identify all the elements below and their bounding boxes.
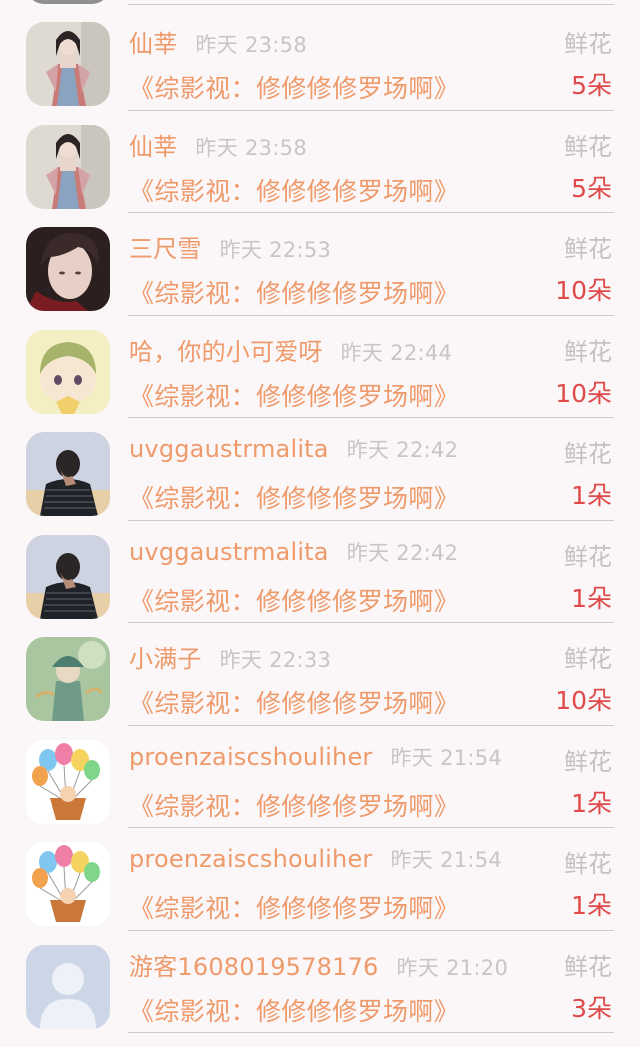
gift-record-row[interactable]: 三尺雪 昨天 22:53 鲜花 《综影视：修修修修罗场啊》 10朵 xyxy=(0,213,640,316)
book-title[interactable]: 《综影视：修修修修罗场啊》 xyxy=(129,479,459,515)
flower-count: 1朵 xyxy=(571,891,612,920)
gift-type-label: 鲜花 xyxy=(564,30,612,58)
book-title[interactable]: 《综影视：修修修修罗场啊》 xyxy=(129,274,459,310)
row-divider xyxy=(128,4,614,5)
flower-count: 1朵 xyxy=(571,481,612,510)
flower-count: 5朵 xyxy=(571,173,612,203)
username[interactable]: 仙莘 xyxy=(129,30,177,58)
flower-count: 10朵 xyxy=(555,276,612,305)
gift-time: 昨天 21:54 xyxy=(390,848,503,872)
gift-record-row[interactable]: 游客1608019578176 昨天 21:20 鲜花 《综影视：修修修修罗场啊》… xyxy=(0,931,640,1033)
gift-time: 昨天 23:58 xyxy=(195,33,307,57)
book-title[interactable]: 《综影视：修修修修罗场啊》 xyxy=(129,377,459,413)
avatar-balloons[interactable] xyxy=(26,842,110,926)
gift-record-list[interactable]: 仙莘 昨天 23:58 鲜花 《综影视：修修修修罗场啊》 5朵 仙莘 昨天 23:5… xyxy=(0,8,640,1033)
username[interactable]: 小满子 xyxy=(129,645,202,673)
book-title[interactable]: 《综影视：修修修修罗场啊》 xyxy=(129,172,459,208)
gift-time: 昨天 22:53 xyxy=(219,238,332,262)
avatar-default-user[interactable] xyxy=(26,945,110,1029)
gift-time: 昨天 22:42 xyxy=(346,438,459,462)
row-divider xyxy=(128,1032,614,1033)
book-title[interactable]: 《综影视：修修修修罗场啊》 xyxy=(129,787,459,823)
username[interactable]: 仙莘 xyxy=(129,133,177,161)
gift-type-label: 鲜花 xyxy=(564,850,612,878)
book-title[interactable]: 《综影视：修修修修罗场啊》 xyxy=(129,889,459,925)
username[interactable]: uvggaustrmalita xyxy=(129,538,329,566)
avatar-balloons[interactable] xyxy=(26,740,110,824)
gift-record-row[interactable]: proenzaiscshouliher 昨天 21:54 鲜花 《综影视：修修修修… xyxy=(0,726,640,828)
gift-record-row[interactable]: proenzaiscshouliher 昨天 21:54 鲜花 《综影视：修修修修… xyxy=(0,828,640,931)
flower-count: 3朵 xyxy=(571,993,612,1023)
flower-count: 1朵 xyxy=(571,583,612,613)
gift-record-row[interactable]: 小满子 昨天 22:33 鲜花 《综影视：修修修修罗场啊》 10朵 xyxy=(0,623,640,726)
gift-type-label: 鲜花 xyxy=(564,235,612,263)
gift-time: 昨天 22:33 xyxy=(219,648,332,672)
gift-time: 昨天 22:42 xyxy=(346,540,459,565)
gift-type-label: 鲜花 xyxy=(564,337,612,366)
avatar-boy-night[interactable] xyxy=(26,432,110,516)
gift-record-row[interactable]: uvggaustrmalita 昨天 22:42 鲜花 《综影视：修修修修罗场啊》… xyxy=(0,521,640,623)
book-title[interactable]: 《综影视：修修修修罗场啊》 xyxy=(129,69,459,105)
flower-count: 1朵 xyxy=(571,788,612,818)
book-title[interactable]: 《综影视：修修修修罗场啊》 xyxy=(129,992,459,1028)
avatar-hanfu-woman[interactable] xyxy=(26,22,110,106)
gift-type-label: 鲜花 xyxy=(564,952,612,981)
gift-time: 昨天 21:20 xyxy=(396,955,509,980)
username[interactable]: uvggaustrmalita xyxy=(129,435,329,463)
gift-record-row[interactable]: 仙莘 昨天 23:58 鲜花 《综影视：修修修修罗场啊》 5朵 xyxy=(0,8,640,111)
username[interactable]: 三尺雪 xyxy=(129,235,202,263)
username[interactable]: proenzaiscshouliher xyxy=(129,845,373,873)
gift-record-row[interactable]: 仙莘 昨天 23:58 鲜花 《综影视：修修修修罗场啊》 5朵 xyxy=(0,111,640,213)
gift-type-label: 鲜花 xyxy=(564,132,612,161)
gift-type-label: 鲜花 xyxy=(564,747,612,776)
gift-time: 昨天 22:44 xyxy=(340,340,453,365)
previous-row-fragment xyxy=(0,0,640,8)
gift-type-label: 鲜花 xyxy=(564,440,612,468)
avatar-boy-night[interactable] xyxy=(26,535,110,619)
avatar-anime-baby[interactable] xyxy=(26,330,110,414)
book-title[interactable]: 《综影视：修修修修罗场啊》 xyxy=(129,684,459,720)
avatar-man-portrait[interactable] xyxy=(26,227,110,311)
book-title[interactable]: 《综影视：修修修修罗场啊》 xyxy=(129,582,459,618)
username[interactable]: 哈，你的小可爱呀 xyxy=(129,338,323,366)
username[interactable]: 游客1608019578176 xyxy=(129,953,379,981)
username[interactable]: proenzaiscshouliher xyxy=(129,743,373,771)
flower-count: 5朵 xyxy=(571,71,612,100)
gift-record-row[interactable]: 哈，你的小可爱呀 昨天 22:44 鲜花 《综影视：修修修修罗场啊》 10朵 xyxy=(0,316,640,418)
gift-record-row[interactable]: uvggaustrmalita 昨天 22:42 鲜花 《综影视：修修修修罗场啊》… xyxy=(0,418,640,521)
gift-type-label: 鲜花 xyxy=(564,542,612,571)
avatar-hanfu-woman[interactable] xyxy=(26,125,110,209)
gift-time: 昨天 23:58 xyxy=(195,135,307,160)
avatar-green-illustration[interactable] xyxy=(26,637,110,721)
flower-count: 10朵 xyxy=(555,686,612,715)
gift-time: 昨天 21:54 xyxy=(390,745,503,770)
gift-type-label: 鲜花 xyxy=(564,645,612,673)
avatar xyxy=(26,0,110,4)
flower-count: 10朵 xyxy=(555,378,612,408)
